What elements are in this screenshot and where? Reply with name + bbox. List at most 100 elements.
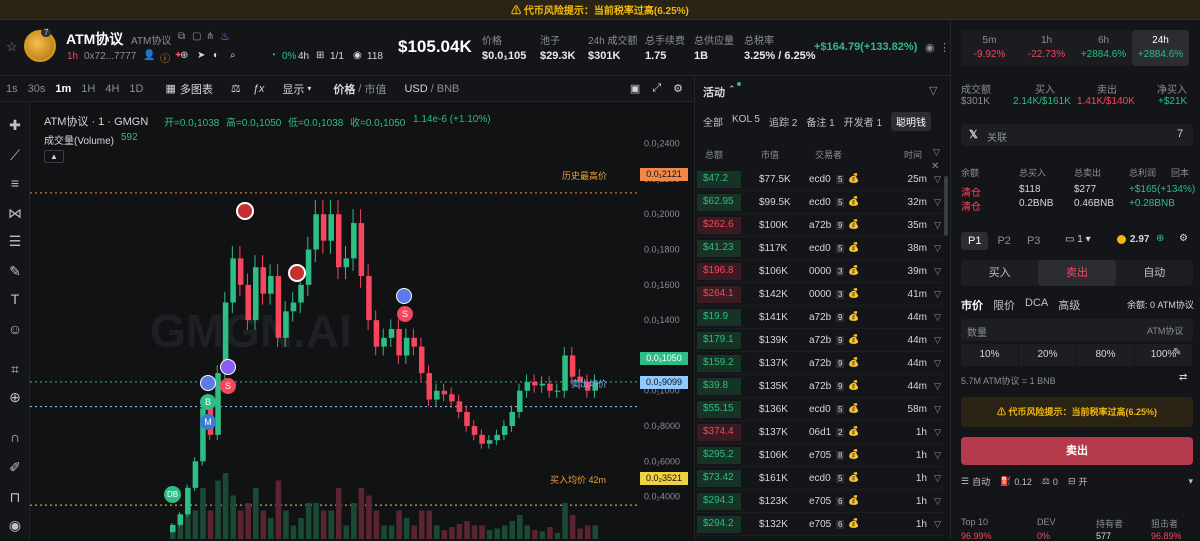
pct-button-3[interactable]: 100% — [1135, 344, 1192, 366]
magnet-icon[interactable]: ∩ — [6, 428, 24, 446]
display-button[interactable]: 显示 — [282, 81, 304, 97]
trade-tab-0[interactable]: 买入 — [961, 260, 1038, 286]
interval-1s[interactable]: 1s — [6, 83, 18, 95]
order-type-3[interactable]: 高级 — [1058, 297, 1080, 313]
copy-icon[interactable]: ⧉ — [178, 31, 185, 42]
activity-row[interactable]: $62.95 $99.5K ecd0 5 💰 32m ▽ — [695, 191, 943, 214]
row-filter-icon[interactable]: ▽ — [934, 220, 941, 231]
brush-icon[interactable]: ✎ — [6, 262, 24, 280]
favorite-star-icon[interactable]: ☆ — [6, 39, 18, 55]
x-related-bar[interactable]: 𝕏 关联 7 — [961, 124, 1193, 146]
row-filter-icon[interactable]: ▽ — [934, 335, 941, 346]
window-icon[interactable]: ▢ — [192, 31, 201, 42]
interval-1m[interactable]: 1m — [55, 83, 71, 95]
marker-s-2[interactable]: S — [397, 306, 413, 322]
row-filter-icon[interactable]: ▽ — [934, 289, 941, 300]
row-filter-icon[interactable]: ▽ — [934, 496, 941, 507]
pct-button-0[interactable]: 10% — [961, 344, 1018, 366]
row-filter-icon[interactable]: ▽ — [934, 243, 941, 254]
marker-avatar-3[interactable] — [236, 202, 254, 220]
fx-icon[interactable]: ƒx — [253, 83, 265, 95]
indicator-icon[interactable]: ⚖ — [231, 82, 241, 95]
multi-chart-icon[interactable]: ▦ — [165, 82, 175, 95]
activity-tab-3[interactable]: 备注 1 — [806, 114, 834, 131]
visibility-icon[interactable]: ◉ — [6, 516, 24, 534]
row-filter-icon[interactable]: ▽ — [934, 519, 941, 530]
marker-b[interactable]: B — [200, 394, 216, 410]
quantity-input[interactable]: 数量 ATM协议 — [961, 319, 1193, 341]
edit-pct-icon[interactable]: ✎ — [1173, 347, 1181, 358]
activity-row[interactable]: $196.8 $106K 0000 3 💰 39m ▽ — [695, 260, 943, 283]
row-filter-icon[interactable]: ▽ — [934, 266, 941, 277]
price-chart[interactable]: GMGN.AI 0.0₁24000.0₁22000.0₁20000.0₁1800… — [30, 102, 693, 539]
marker-s-1[interactable]: S — [220, 378, 236, 394]
preset-P1[interactable]: P1 — [961, 232, 989, 250]
crosshair-icon[interactable]: ✚ — [6, 116, 24, 134]
telegram-icon[interactable]: ➤ — [197, 50, 205, 61]
interval-1D[interactable]: 1D — [129, 83, 143, 95]
row-filter-icon[interactable]: ▽ — [934, 427, 941, 438]
auto-label[interactable]: 自动 — [972, 475, 990, 488]
zoom-icon[interactable]: ⊕ — [6, 388, 24, 406]
row-filter-icon[interactable]: ▽ — [934, 404, 941, 415]
activity-tab-5[interactable]: 聪明钱 — [891, 112, 932, 131]
text-icon[interactable]: T — [6, 290, 24, 308]
mev-value[interactable]: 开 — [1078, 475, 1087, 488]
activity-tab-1[interactable]: KOL 5 — [732, 114, 760, 131]
activity-chevron-icon[interactable]: ⌃ — [728, 84, 736, 95]
activity-tab-0[interactable]: 全部 — [703, 114, 723, 131]
row-filter-icon[interactable]: ▽ — [934, 174, 941, 185]
activity-row[interactable]: $39.8 $135K a72b 9 💰 44m ▽ — [695, 375, 943, 398]
marker-avatar-2[interactable] — [220, 359, 236, 375]
lock-icon[interactable]: ⊓ — [6, 488, 24, 506]
row-trader[interactable]: a72b — [809, 381, 831, 392]
usd-toggle[interactable]: USD — [404, 83, 427, 95]
order-type-0[interactable]: 市价 — [961, 297, 983, 313]
marker-avatar-1[interactable] — [200, 375, 216, 391]
trade-tab-2[interactable]: 自动 — [1116, 260, 1193, 286]
activity-row[interactable]: $41.23 $117K ecd0 5 💰 38m ▽ — [695, 237, 943, 260]
row-filter-icon[interactable]: ▽ — [934, 450, 941, 461]
marker-db[interactable]: DB — [164, 486, 181, 503]
pen-lock-icon[interactable]: ✐ — [6, 458, 24, 476]
moon-icon[interactable]: ◐ — [213, 50, 219, 61]
row-filter-icon[interactable]: ▽ — [934, 197, 941, 208]
activity-row[interactable]: $294.2 $132K e705 6 💰 1h ▽ — [695, 513, 943, 536]
rate-toggle-icon[interactable]: ⇄ — [1179, 372, 1187, 383]
pct-button-2[interactable]: 80% — [1077, 344, 1134, 366]
settings-chevron-icon[interactable]: ▾ — [1188, 476, 1193, 487]
marker-avatar-4[interactable] — [288, 264, 306, 282]
expand-icon[interactable]: ⤢ — [652, 82, 661, 95]
share-icon[interactable]: ⋔ — [206, 31, 214, 42]
price-toggle[interactable]: 价格 — [333, 81, 355, 97]
fib-icon[interactable]: ☰ — [6, 232, 24, 250]
row-trader[interactable]: e705 — [809, 450, 831, 461]
activity-row[interactable]: $55.15 $136K ecd0 5 💰 58m ▽ — [695, 398, 943, 421]
activity-row[interactable]: $295.2 $106K e705 8 💰 1h ▽ — [695, 444, 943, 467]
multi-chart-button[interactable]: 多图表 — [180, 81, 213, 97]
collapse-icon[interactable]: ⋮ — [939, 41, 950, 54]
row-trader[interactable]: ecd0 — [809, 174, 831, 185]
pct-button-1[interactable]: 20% — [1019, 344, 1076, 366]
activity-tab-2[interactable]: 追踪 2 — [769, 114, 797, 131]
mcap-toggle[interactable]: 市值 — [364, 81, 386, 97]
trade-tab-1[interactable]: 卖出 — [1038, 260, 1116, 286]
auto-icon[interactable]: ☰ — [961, 476, 969, 487]
col-time[interactable]: 时间 — [904, 148, 922, 161]
row-trader[interactable]: ecd0 — [809, 197, 831, 208]
timeframe-5m[interactable]: 5m -9.92% — [961, 30, 1018, 66]
activity-row[interactable]: $73.42 $161K ecd0 5 💰 1h ▽ — [695, 467, 943, 490]
activity-tab-4[interactable]: 开发者 1 — [844, 114, 882, 131]
globe-icon[interactable]: ⊕ — [180, 50, 188, 61]
activity-row[interactable]: $262.6 $100K a72b 9 💰 35m ▽ — [695, 214, 943, 237]
row-filter-icon[interactable]: ▽ — [934, 473, 941, 484]
ruler-icon[interactable]: ⌗ — [6, 360, 24, 378]
row-trader[interactable]: a72b — [809, 358, 831, 369]
emoji-icon[interactable]: ☺ — [6, 320, 24, 338]
row-trader[interactable]: a72b — [809, 312, 831, 323]
order-type-2[interactable]: DCA — [1025, 297, 1048, 313]
interval-4H[interactable]: 4H — [105, 83, 119, 95]
row-trader[interactable]: ecd0 — [809, 243, 831, 254]
time-filter-icon[interactable]: ▽ — [933, 147, 940, 158]
pattern-icon[interactable]: ⋈ — [6, 204, 24, 222]
